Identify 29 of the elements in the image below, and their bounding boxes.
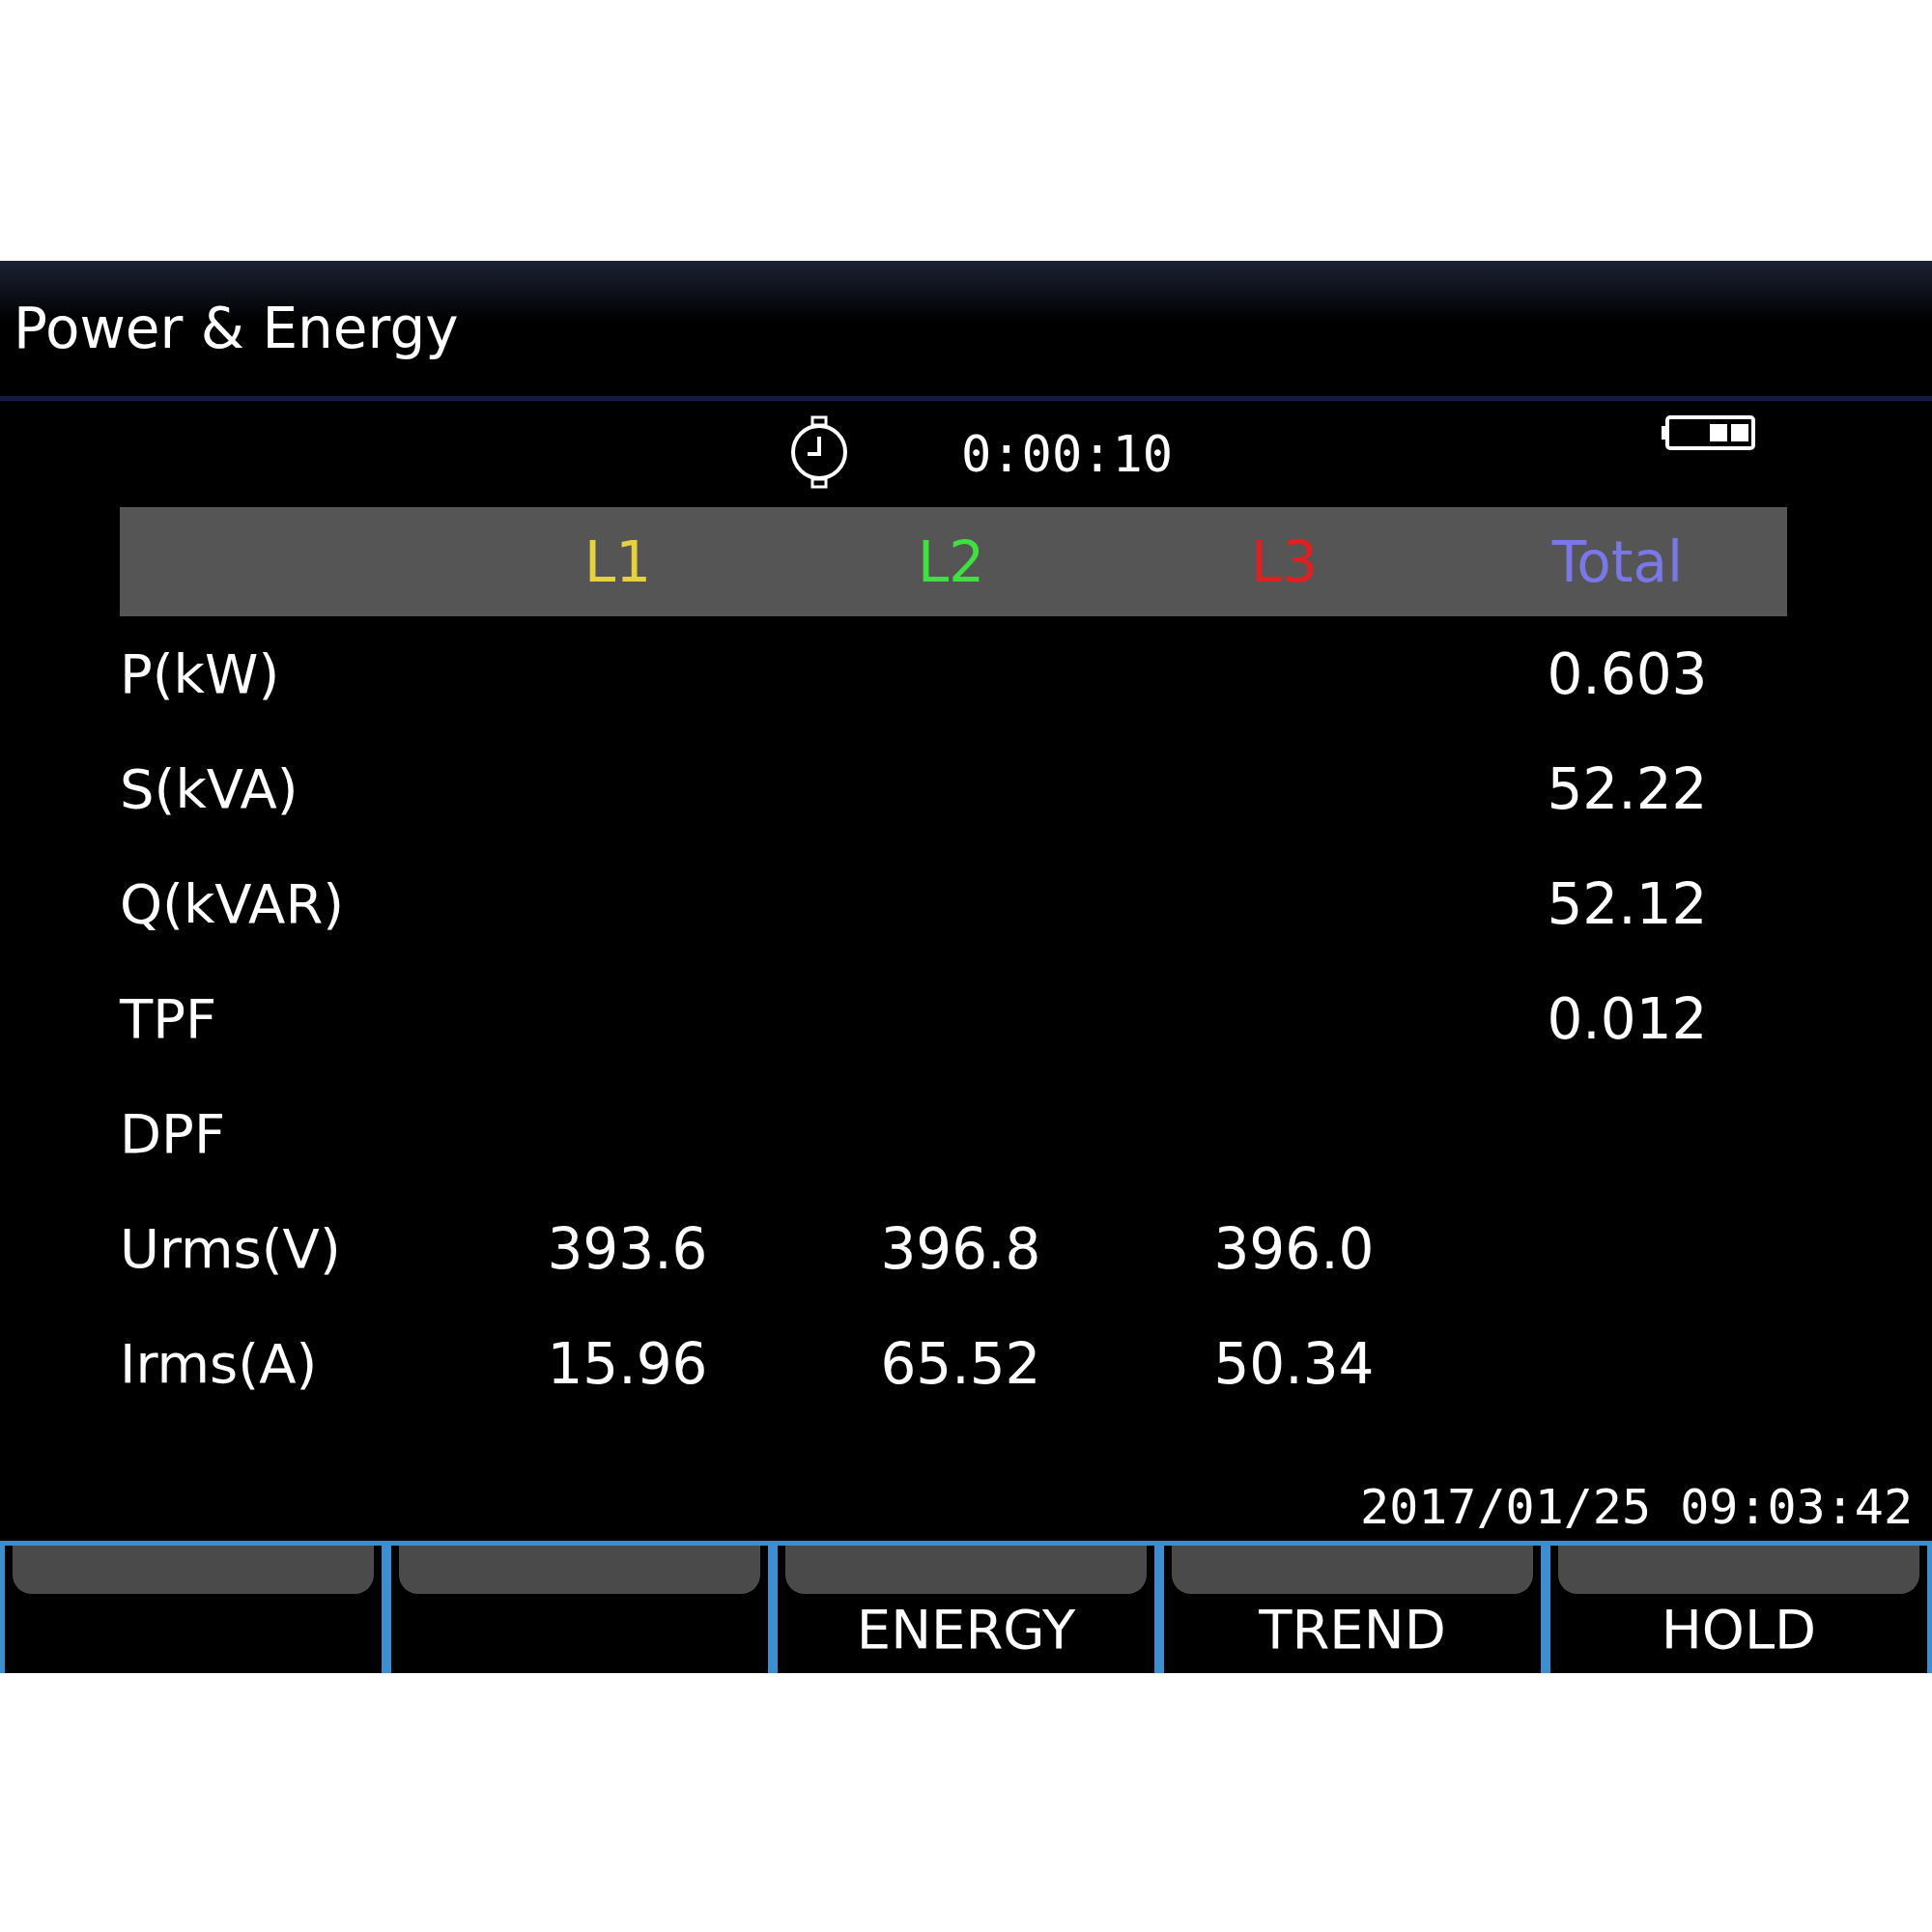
elapsed-time: 0:00:10 [961, 425, 1174, 483]
date-time: 2017/01/25 09:03:42 [1360, 1479, 1913, 1535]
softkey-button[interactable]: TREND [1159, 1541, 1546, 1673]
row-label: TPF [120, 987, 218, 1050]
row-label: Urms(V) [120, 1217, 342, 1280]
value-cell-text: 65.52 [879, 1330, 1042, 1397]
value-cell-text: 52.22 [1546, 755, 1709, 822]
value-cell-text: 393.6 [546, 1215, 709, 1282]
row-label: Q(kVAR) [120, 872, 346, 935]
value-cell-text: 0.012 [1546, 985, 1709, 1052]
column-header: L1 [582, 528, 653, 595]
softkey-button[interactable]: ENERGY [773, 1541, 1159, 1673]
value-cell-text: 50.34 [1212, 1330, 1376, 1397]
row-label: P(kW) [120, 642, 281, 705]
value-cell-text: 0.603 [1546, 640, 1709, 707]
column-header: L3 [1249, 528, 1320, 595]
battery-icon [1660, 414, 1756, 451]
value-cell-text: 396.8 [879, 1215, 1042, 1282]
column-header: L2 [916, 528, 986, 595]
row-label: S(kVA) [120, 757, 299, 820]
column-header: Total [1550, 528, 1685, 595]
value-cell-text: 52.12 [1546, 870, 1709, 937]
row-label: Irms(A) [120, 1332, 319, 1395]
value-cell-text: 15.96 [546, 1330, 709, 1397]
softkey-button[interactable]: HOLD [1546, 1541, 1932, 1673]
value-cell-text: 396.0 [1212, 1215, 1376, 1282]
screen-title: Power & Energy [14, 296, 459, 361]
row-label: DPF [120, 1102, 227, 1165]
softkey-button[interactable] [0, 1541, 386, 1673]
